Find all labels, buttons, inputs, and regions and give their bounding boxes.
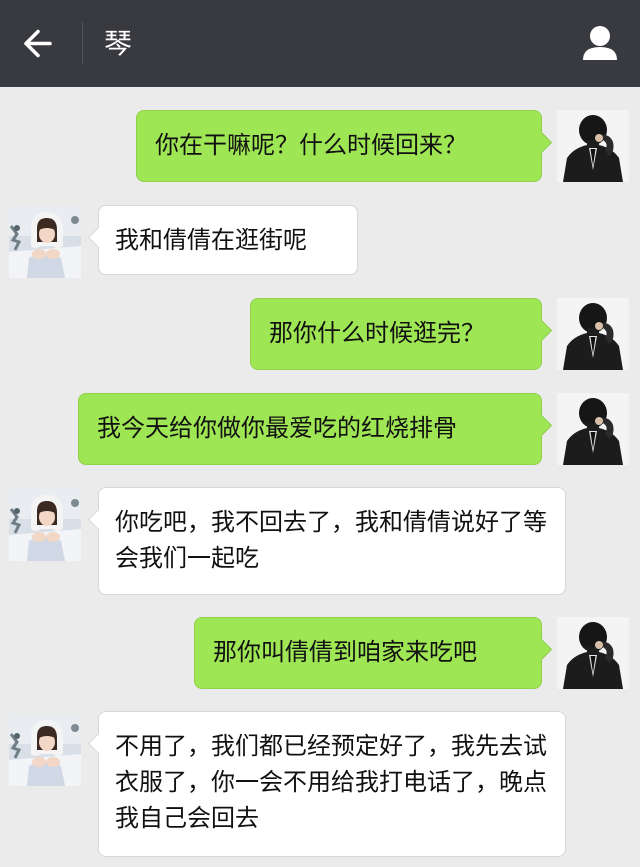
chat-title: 琴 (104, 27, 133, 60)
message-text: 我和倩倩在逛街呢 (115, 226, 307, 254)
sent-message-bubble[interactable]: 那你什么时候逛完？ (250, 298, 553, 370)
received-message-bubble[interactable]: 不用了，我们都已经预定好了，我先去试衣服了，你一会不用给我打电话了，晚点我自己会… (87, 711, 566, 857)
received-message-bubble[interactable]: 我和倩倩在逛街呢 (87, 205, 358, 275)
my-avatar[interactable] (557, 298, 629, 370)
chat-header: 琴 (0, 0, 640, 87)
contact-avatar[interactable] (9, 206, 81, 278)
header-divider (82, 22, 83, 64)
message-text: 我今天给你做你最爱吃的红烧排骨 (97, 414, 457, 442)
person-icon (583, 26, 617, 60)
contact-avatar[interactable] (9, 714, 81, 786)
received-message-bubble[interactable]: 你吃吧，我不回去了，我和倩倩说好了等会我们一起吃 (87, 487, 566, 595)
sent-message-bubble[interactable]: 你在干嘛呢？什么时候回来？ (136, 110, 553, 182)
contact-avatar[interactable] (9, 489, 81, 561)
message-text: 那你什么时候逛完？ (269, 319, 485, 347)
sent-message-bubble[interactable]: 我今天给你做你最爱吃的红烧排骨 (78, 393, 553, 465)
my-avatar[interactable] (557, 393, 629, 465)
message-text: 不用了，我们都已经预定好了，我先去试衣服了，你一会不用给我打电话了，晚点我自己会… (115, 732, 547, 832)
message-text: 你吃吧，我不回去了，我和倩倩说好了等会我们一起吃 (115, 508, 547, 572)
message-text: 那你叫倩倩到咱家来吃吧 (213, 638, 477, 666)
back-button[interactable] (0, 0, 80, 87)
sent-message-bubble[interactable]: 那你叫倩倩到咱家来吃吧 (194, 617, 553, 689)
profile-button[interactable] (560, 0, 640, 87)
back-arrow-icon (24, 29, 52, 58)
message-text: 你在干嘛呢？什么时候回来？ (155, 131, 467, 159)
my-avatar[interactable] (557, 110, 629, 182)
my-avatar[interactable] (557, 617, 629, 689)
